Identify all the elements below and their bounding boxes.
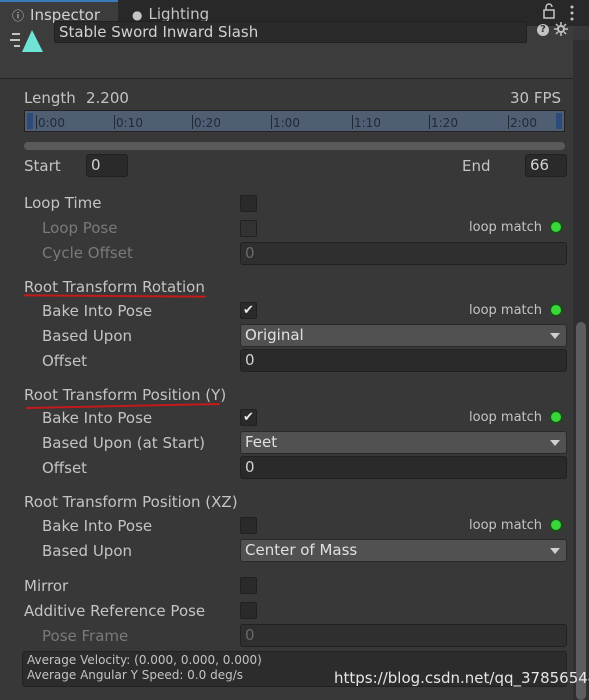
- position-xz-section-title: Root Transform Position (XZ): [24, 493, 238, 511]
- animation-clip-icon: [10, 28, 46, 54]
- timeline-end-marker[interactable]: [556, 113, 562, 129]
- loop-match-label: loop match: [469, 303, 543, 318]
- pose-frame-label: Pose Frame: [42, 627, 129, 645]
- mirror-label: Mirror: [24, 577, 69, 595]
- cycle-offset-field[interactable]: 0: [240, 242, 567, 265]
- dropdown-value: Center of Mass: [245, 541, 358, 559]
- timeline-tick: 1:20: [429, 111, 458, 133]
- loop-match-label: loop match: [469, 220, 543, 235]
- chevron-down-icon: [550, 548, 560, 554]
- chevron-down-icon: [550, 333, 560, 339]
- position-xz-bake-checkbox[interactable]: [240, 517, 257, 534]
- dropdown-value: Feet: [245, 433, 278, 451]
- position-y-section-title: Root Transform Position (Y): [24, 386, 227, 404]
- position-y-offset-field[interactable]: 0: [240, 456, 567, 479]
- timeline-tick: 0:20: [192, 111, 221, 133]
- position-y-based-upon-dropdown[interactable]: Feet: [240, 431, 567, 454]
- position-xz-bake-label: Bake Into Pose: [42, 517, 153, 535]
- rotation-bake-label: Bake Into Pose: [42, 302, 153, 320]
- loop-match-indicator: [549, 303, 563, 317]
- pose-frame-field[interactable]: 0: [240, 624, 567, 647]
- loop-pose-checkbox[interactable]: [240, 220, 257, 237]
- timeline-range-bar[interactable]: [24, 142, 565, 150]
- position-xz-based-upon-dropdown[interactable]: Center of Mass: [240, 539, 567, 562]
- kebab-menu-icon[interactable]: [568, 4, 576, 22]
- position-y-bake-checkbox[interactable]: ✔: [240, 409, 257, 426]
- average-velocity-text: Average Velocity: (0.000, 0.000, 0.000): [27, 653, 262, 667]
- length-label: Length: [24, 89, 76, 107]
- end-label: End: [462, 157, 491, 175]
- position-y-based-upon-label: Based Upon (at Start): [42, 434, 205, 452]
- timeline-start-marker[interactable]: [27, 113, 33, 129]
- rotation-section-title: Root Transform Rotation: [24, 278, 205, 296]
- timeline-tick: 0:10: [114, 111, 143, 133]
- annotation-underline: [23, 294, 207, 298]
- loop-time-checkbox[interactable]: [240, 195, 257, 212]
- timeline-tick: 2:00: [508, 111, 537, 133]
- loop-match-label: loop match: [469, 518, 543, 533]
- cycle-offset-label: Cycle Offset: [42, 244, 133, 262]
- rotation-bake-checkbox[interactable]: ✔: [240, 302, 257, 319]
- timeline-ruler[interactable]: 0:00 0:10 0:20 1:00 1:10 1:20 2:00: [24, 110, 565, 132]
- loop-time-label: Loop Time: [24, 194, 102, 212]
- additive-pose-label: Additive Reference Pose: [24, 602, 206, 620]
- dropdown-value: Original: [245, 326, 304, 344]
- rotation-offset-label: Offset: [42, 352, 88, 370]
- length-value: 2.200: [86, 89, 129, 107]
- start-field[interactable]: 0: [86, 154, 128, 177]
- end-field[interactable]: 66: [525, 154, 567, 177]
- loop-match-label: loop match: [469, 410, 543, 425]
- position-y-offset-label: Offset: [42, 459, 88, 477]
- additive-pose-checkbox[interactable]: [240, 602, 257, 619]
- position-xz-based-upon-label: Based Upon: [42, 542, 132, 560]
- lock-icon[interactable]: [542, 3, 556, 19]
- watermark-text: https://blog.csdn.net/qq_37856544: [334, 669, 589, 687]
- mirror-checkbox[interactable]: [240, 577, 257, 594]
- loop-match-indicator: [549, 220, 563, 234]
- rotation-based-upon-dropdown[interactable]: Original: [240, 324, 567, 347]
- fps-label: 30 FPS: [510, 89, 562, 107]
- start-label: Start: [24, 157, 61, 175]
- settings-icon[interactable]: [554, 22, 568, 36]
- rotation-offset-field[interactable]: 0: [240, 349, 567, 372]
- loop-pose-label: Loop Pose: [42, 219, 118, 237]
- timeline-tick: 0:00: [36, 111, 65, 133]
- clip-name-field[interactable]: Stable Sword Inward Slash: [54, 21, 527, 43]
- position-y-bake-label: Bake Into Pose: [42, 409, 153, 427]
- chevron-down-icon: [550, 440, 560, 446]
- help-icon[interactable]: ?: [537, 24, 549, 36]
- timeline-tick: 1:00: [271, 111, 300, 133]
- loop-match-indicator: [549, 518, 563, 532]
- scrollbar-thumb[interactable]: [576, 322, 586, 700]
- rotation-based-upon-label: Based Upon: [42, 327, 132, 345]
- loop-match-indicator: [549, 410, 563, 424]
- average-angular-speed-text: Average Angular Y Speed: 0.0 deg/s: [27, 668, 243, 682]
- timeline-tick: 1:10: [352, 111, 381, 133]
